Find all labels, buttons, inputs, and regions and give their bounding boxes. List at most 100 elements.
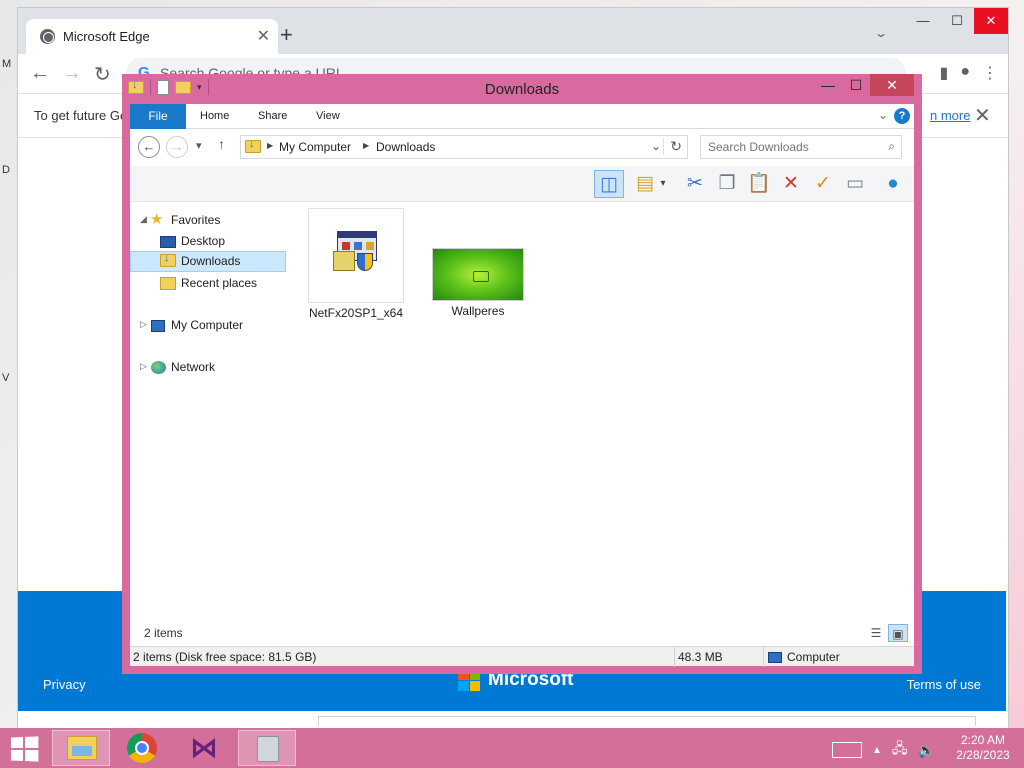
breadcrumb-downloads[interactable]: Downloads: [376, 140, 435, 154]
search-icon[interactable]: ⌕: [888, 139, 895, 154]
refresh-icon[interactable]: ↻: [663, 138, 682, 155]
file-item[interactable]: Wallperes: [430, 248, 526, 318]
status-divider: [763, 647, 764, 667]
details-view-button[interactable]: ☰: [866, 624, 886, 642]
taskbar-recycle-bin[interactable]: [238, 730, 296, 766]
large-icons-view-button[interactable]: ▣: [888, 624, 908, 642]
status-location: Computer: [787, 650, 840, 664]
address-row: ← → ▾ ↑ ▶ My Computer ▶ Downloads ⌄ ↻ ⌕: [130, 130, 914, 164]
touch-keyboard-icon[interactable]: [832, 742, 862, 758]
nav-my-computer[interactable]: ▷ My Computer: [130, 315, 286, 336]
toolbar-right-icons: ▮ ● ⋮: [940, 63, 998, 83]
forward-arrow-icon[interactable]: →: [62, 62, 82, 85]
computer-icon: [151, 320, 165, 332]
taskbar-chrome[interactable]: [114, 730, 172, 766]
browser-tab-strip: Microsoft Edge ✕ + ⌄ — ☐ ✕: [18, 8, 1008, 54]
close-window-button[interactable]: ✕: [974, 8, 1008, 34]
minimize-button[interactable]: —: [814, 74, 842, 96]
status-divider: [674, 647, 675, 667]
expand-ribbon-icon[interactable]: ⌄: [878, 108, 888, 122]
cut-button[interactable]: ✂: [680, 170, 710, 198]
select-button[interactable]: ▭: [840, 170, 870, 198]
nav-downloads[interactable]: Downloads: [130, 251, 286, 272]
clock-time: 2:20 AM: [960, 733, 1006, 747]
volume-icon[interactable]: 🔈: [918, 742, 935, 759]
help-icon[interactable]: ?: [894, 108, 910, 124]
maximize-button[interactable]: ☐: [940, 8, 974, 34]
tab-file[interactable]: File: [130, 104, 186, 129]
desktop-icon-label[interactable]: M: [2, 58, 11, 70]
copy-button[interactable]: ❐: [712, 170, 742, 198]
tab-view[interactable]: View: [316, 110, 340, 122]
up-arrow-icon[interactable]: ↑: [218, 136, 225, 152]
privacy-link[interactable]: Privacy: [43, 677, 86, 692]
infobar-message: To get future Ge: [34, 108, 128, 123]
rename-check-button[interactable]: ✓: [808, 170, 838, 198]
item-count-bar: 2 items ☰ ▣: [130, 624, 914, 644]
delete-button[interactable]: ✕: [776, 170, 806, 198]
ribbon-tabs: File Home Share View ⌄ ?: [130, 104, 914, 129]
tab-share[interactable]: Share: [258, 110, 287, 122]
nav-label: Favorites: [171, 213, 221, 227]
minimize-button[interactable]: —: [906, 8, 940, 34]
preview-pane-button[interactable]: ◫: [594, 170, 624, 198]
search-box: ⌕: [700, 135, 902, 159]
breadcrumb-separator-icon[interactable]: ▶: [363, 141, 369, 150]
profile-icon[interactable]: ●: [960, 63, 970, 83]
taskbar-visual-studio[interactable]: ⋈: [176, 730, 234, 766]
desktop-icon-label[interactable]: V: [2, 372, 9, 384]
nav-desktop[interactable]: Desktop: [130, 231, 286, 252]
terms-link[interactable]: Terms of use: [907, 677, 981, 692]
back-button[interactable]: ←: [138, 136, 160, 158]
window-title: Downloads: [484, 81, 560, 98]
network-tray-icon[interactable]: 🖧: [892, 738, 908, 762]
taskbar: ⋈ ▲ 🖧 🔈 2:20 AM 2/28/2023: [0, 728, 1024, 768]
search-input[interactable]: [708, 137, 878, 157]
menu-kebab-icon[interactable]: ⋮: [982, 63, 998, 83]
close-tab-icon[interactable]: ✕: [257, 26, 270, 46]
breadcrumb-separator-icon[interactable]: ▶: [267, 141, 273, 150]
close-infobar-icon[interactable]: ✕: [974, 103, 991, 128]
collapse-icon[interactable]: ◢: [140, 214, 147, 225]
status-summary: 2 items (Disk free space: 81.5 GB): [133, 650, 317, 664]
taskbar-clock[interactable]: 2:20 AM 2/28/2023: [948, 733, 1018, 763]
globe-shell-icon[interactable]: ●: [878, 170, 908, 198]
nav-label: Network: [171, 360, 216, 374]
explorer-window: ▾ Downloads — ☐ ✕ File Home Share View ⌄…: [122, 74, 922, 674]
taskbar-file-explorer[interactable]: [52, 730, 110, 766]
file-item[interactable]: NetFx20SP1_x64: [308, 208, 404, 320]
status-bar: 2 items (Disk free space: 81.5 GB) 48.3 …: [130, 646, 914, 667]
tab-home[interactable]: Home: [200, 110, 229, 122]
breadcrumb-my-computer[interactable]: My Computer: [279, 140, 351, 154]
image-thumbnail: [432, 248, 524, 301]
tab-search-chevron-icon[interactable]: ⌄: [874, 26, 888, 40]
maximize-button[interactable]: ☐: [842, 74, 870, 96]
start-windows-icon[interactable]: [10, 736, 39, 762]
desktop-icon-label[interactable]: D: [2, 164, 10, 176]
expand-icon[interactable]: ▷: [140, 319, 147, 330]
item-count: 2 items: [144, 626, 183, 640]
address-bar[interactable]: ▶ My Computer ▶ Downloads ⌄ ↻: [240, 135, 688, 159]
nav-network[interactable]: ▷ Network: [130, 357, 286, 378]
forward-button[interactable]: →: [166, 136, 188, 158]
learn-more-link[interactable]: n more: [930, 108, 970, 123]
paste-button[interactable]: 📋: [744, 170, 774, 198]
close-window-button[interactable]: ✕: [870, 74, 914, 96]
nav-favorites[interactable]: ◢ ★ Favorites: [130, 210, 286, 231]
recent-locations-dropdown-icon[interactable]: ▾: [196, 139, 202, 152]
navigation-pane: ◢ ★ Favorites Desktop Downloads Recent p…: [130, 204, 292, 624]
sidepanel-icon[interactable]: ▮: [940, 63, 949, 83]
explorer-titlebar[interactable]: ▾ Downloads — ☐ ✕: [122, 74, 922, 104]
chrome-icon: [127, 733, 157, 763]
downloads-folder-icon: [160, 252, 176, 267]
back-arrow-icon[interactable]: ←: [30, 62, 50, 85]
address-dropdown-icon[interactable]: ⌄: [651, 139, 661, 153]
properties-dropdown-icon[interactable]: ▾: [656, 170, 670, 198]
nav-recent-places[interactable]: Recent places: [130, 273, 286, 294]
file-explorer-icon: [67, 736, 97, 760]
expand-icon[interactable]: ▷: [140, 361, 147, 372]
reload-icon[interactable]: ↻: [94, 62, 111, 87]
browser-tab[interactable]: Microsoft Edge ✕: [26, 19, 278, 54]
show-hidden-icons-chevron-icon[interactable]: ▲: [872, 745, 882, 756]
new-tab-button[interactable]: +: [280, 22, 293, 48]
